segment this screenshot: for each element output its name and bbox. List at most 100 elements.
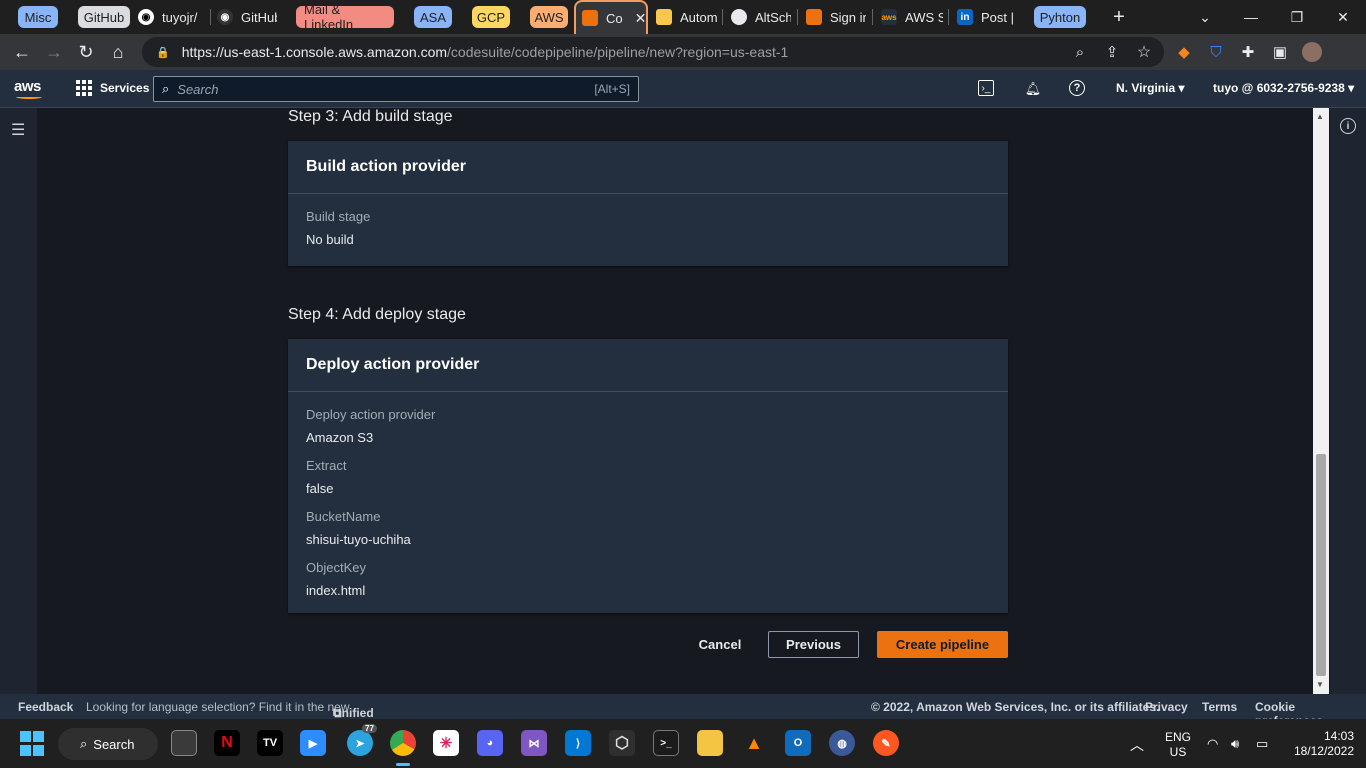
page-scrollbar[interactable]: ▲ ▼ xyxy=(1313,108,1329,694)
tab-sign-in[interactable]: Sign in xyxy=(806,0,866,34)
region-selector[interactable]: N. Virginia ▾ xyxy=(1116,81,1185,95)
help-icon[interactable]: ? xyxy=(1069,80,1085,96)
create-pipeline-button[interactable]: Create pipeline xyxy=(877,631,1008,658)
close-window-icon[interactable]: ✕ xyxy=(1320,0,1366,34)
hamburger-menu-icon[interactable]: ☰ xyxy=(11,120,25,140)
side-panel-icon[interactable]: ▣ xyxy=(1268,40,1292,64)
file-explorer-icon[interactable] xyxy=(697,730,723,756)
visual-studio-icon[interactable]: ⋈ xyxy=(521,730,547,756)
share-icon[interactable]: ⇪ xyxy=(1100,40,1124,64)
lock-icon: 🔒 xyxy=(156,46,170,59)
build-step-title: Step 3: Add build stage xyxy=(288,108,453,125)
forward-icon[interactable]: → xyxy=(42,40,66,64)
field-value: index.html xyxy=(306,583,366,598)
windows-start-icon[interactable] xyxy=(20,730,44,756)
zoom-app-icon[interactable]: ▶ xyxy=(300,730,326,756)
search-shortcut: [Alt+S] xyxy=(594,82,630,96)
new-tab-icon[interactable]: + xyxy=(1096,0,1142,34)
terminal-icon[interactable]: >_ xyxy=(653,730,679,756)
deploy-step-title: Step 4: Add deploy stage xyxy=(288,306,466,323)
netflix-icon[interactable]: N xyxy=(214,730,240,756)
tab-codepipeline-active[interactable]: Co ✕ xyxy=(574,0,648,34)
minimize-icon[interactable]: — xyxy=(1228,0,1274,34)
notifications-bell-icon[interactable]: 🔔︎ xyxy=(1024,80,1042,98)
virtualbox-icon[interactable]: ⬡ xyxy=(609,730,635,756)
discord-icon[interactable]: ◕ xyxy=(477,730,503,756)
address-bar[interactable]: 🔒 https://us-east-1.console.aws.amazon.c… xyxy=(142,37,1164,67)
active-app-indicator xyxy=(396,763,410,766)
clock-date: 18/12/2022 xyxy=(1293,744,1354,758)
bookmark-star-icon[interactable]: ☆ xyxy=(1132,40,1156,64)
profile-avatar[interactable] xyxy=(1300,40,1324,64)
previous-button[interactable]: Previous xyxy=(768,631,859,658)
search-input[interactable] xyxy=(177,81,595,97)
system-tray-chevron-icon[interactable]: ︿ xyxy=(1130,735,1144,755)
cloudshell-icon[interactable]: ›_ xyxy=(978,80,994,96)
scroll-down-arrow-icon[interactable]: ▼ xyxy=(1316,680,1324,689)
deploy-provider-field: Deploy action provider Amazon S3 xyxy=(288,407,1008,445)
scrollbar-thumb[interactable] xyxy=(1316,454,1326,676)
vscode-icon[interactable]: ⟩ xyxy=(565,730,591,756)
volume-icon[interactable]: 🔊︎ xyxy=(1231,736,1239,752)
tab-group-python[interactable]: Pyhton xyxy=(1034,6,1086,28)
extensions-puzzle-icon[interactable]: ✚ xyxy=(1236,40,1260,64)
feedback-link[interactable]: Feedback xyxy=(18,700,73,714)
field-value: Amazon S3 xyxy=(306,430,374,445)
privacy-link[interactable]: Privacy xyxy=(1145,700,1188,714)
tab-group-github[interactable]: GitHub xyxy=(78,6,130,28)
tab-group-aws[interactable]: AWS xyxy=(530,6,568,28)
vlc-icon[interactable]: ▲ xyxy=(741,730,767,756)
tab-group-asa[interactable]: ASA xyxy=(414,6,452,28)
input-language-indicator[interactable]: ENG US xyxy=(1160,730,1196,760)
tab-github[interactable]: ◉ GitHub xyxy=(217,0,277,34)
services-menu-button[interactable]: Services xyxy=(76,80,149,96)
home-icon[interactable]: ⌂ xyxy=(106,40,130,64)
build-panel-title: Build action provider xyxy=(288,141,1008,194)
deploy-panel-title: Deploy action provider xyxy=(288,339,1008,392)
aws-search-box[interactable]: ⌕ [Alt+S] xyxy=(153,76,639,102)
task-view-icon[interactable] xyxy=(171,730,197,756)
outlook-icon[interactable]: O xyxy=(785,730,811,756)
tab-search-chevron-icon[interactable]: ⌄ xyxy=(1182,0,1228,34)
tab-automation[interactable]: Autom xyxy=(656,0,718,34)
tab-group-mail-linkedin[interactable]: Mail & LinkedIn xyxy=(296,2,394,32)
postman-icon[interactable]: ✎ xyxy=(873,730,899,756)
tab-aws-s3[interactable]: aws AWS S xyxy=(881,0,943,34)
taskbar-search-box[interactable]: ⌕ Search xyxy=(58,728,158,760)
metamask-fox-icon[interactable]: ◆ xyxy=(1172,40,1196,64)
slack-icon[interactable]: ✳ xyxy=(433,730,459,756)
tab-tuyojr[interactable]: ◉ tuyojr/ xyxy=(138,0,208,34)
close-tab-icon[interactable]: ✕ xyxy=(635,10,646,27)
tradingview-icon[interactable]: TV xyxy=(257,730,283,756)
scroll-up-arrow-icon[interactable]: ▲ xyxy=(1316,112,1324,121)
github-icon: ◉ xyxy=(217,9,233,25)
battery-icon[interactable]: ▭ xyxy=(1256,736,1268,752)
info-icon[interactable]: i xyxy=(1340,118,1356,134)
shield-icon[interactable]: ⛉ xyxy=(1204,40,1228,64)
object-key-field: ObjectKey index.html xyxy=(288,560,1008,598)
lang-top: ENG xyxy=(1164,730,1191,744)
tab-group-misc[interactable]: Misc xyxy=(18,6,58,28)
maximize-icon[interactable]: ❐ xyxy=(1274,0,1320,34)
cancel-button[interactable]: Cancel xyxy=(690,631,750,658)
aws-icon: aws xyxy=(881,9,897,25)
tab-separator xyxy=(722,9,723,25)
tab-separator xyxy=(948,9,949,25)
deploy-panel: Deploy action provider Deploy action pro… xyxy=(288,339,1008,613)
back-icon[interactable]: ← xyxy=(10,40,34,64)
tab-altschool[interactable]: AltSch xyxy=(731,0,791,34)
zoom-icon[interactable]: ⌕ xyxy=(1068,40,1092,64)
taskbar-clock[interactable]: 14:03 18/12/2022 xyxy=(1284,729,1354,759)
reload-icon[interactable]: ↻ xyxy=(74,40,98,64)
aws-logo[interactable]: aws xyxy=(14,78,41,95)
account-menu[interactable]: tuyo @ 6032-2756-9238 ▾ xyxy=(1213,81,1354,95)
tab-linkedin-post[interactable]: in Post | xyxy=(957,0,1017,34)
mastodon-elephant-icon[interactable]: ◍ xyxy=(829,730,855,756)
tab-label: Co xyxy=(606,10,623,26)
tab-group-gcp[interactable]: GCP xyxy=(472,6,510,28)
chrome-icon[interactable] xyxy=(390,730,416,756)
terms-link[interactable]: Terms xyxy=(1202,700,1237,714)
telegram-icon[interactable]: ➤ 77 xyxy=(347,724,377,756)
aws-top-nav: aws Services ⌕ [Alt+S] ›_ 🔔︎ ? N. Virgin… xyxy=(0,70,1366,108)
wifi-icon[interactable]: ◠ xyxy=(1207,736,1218,752)
